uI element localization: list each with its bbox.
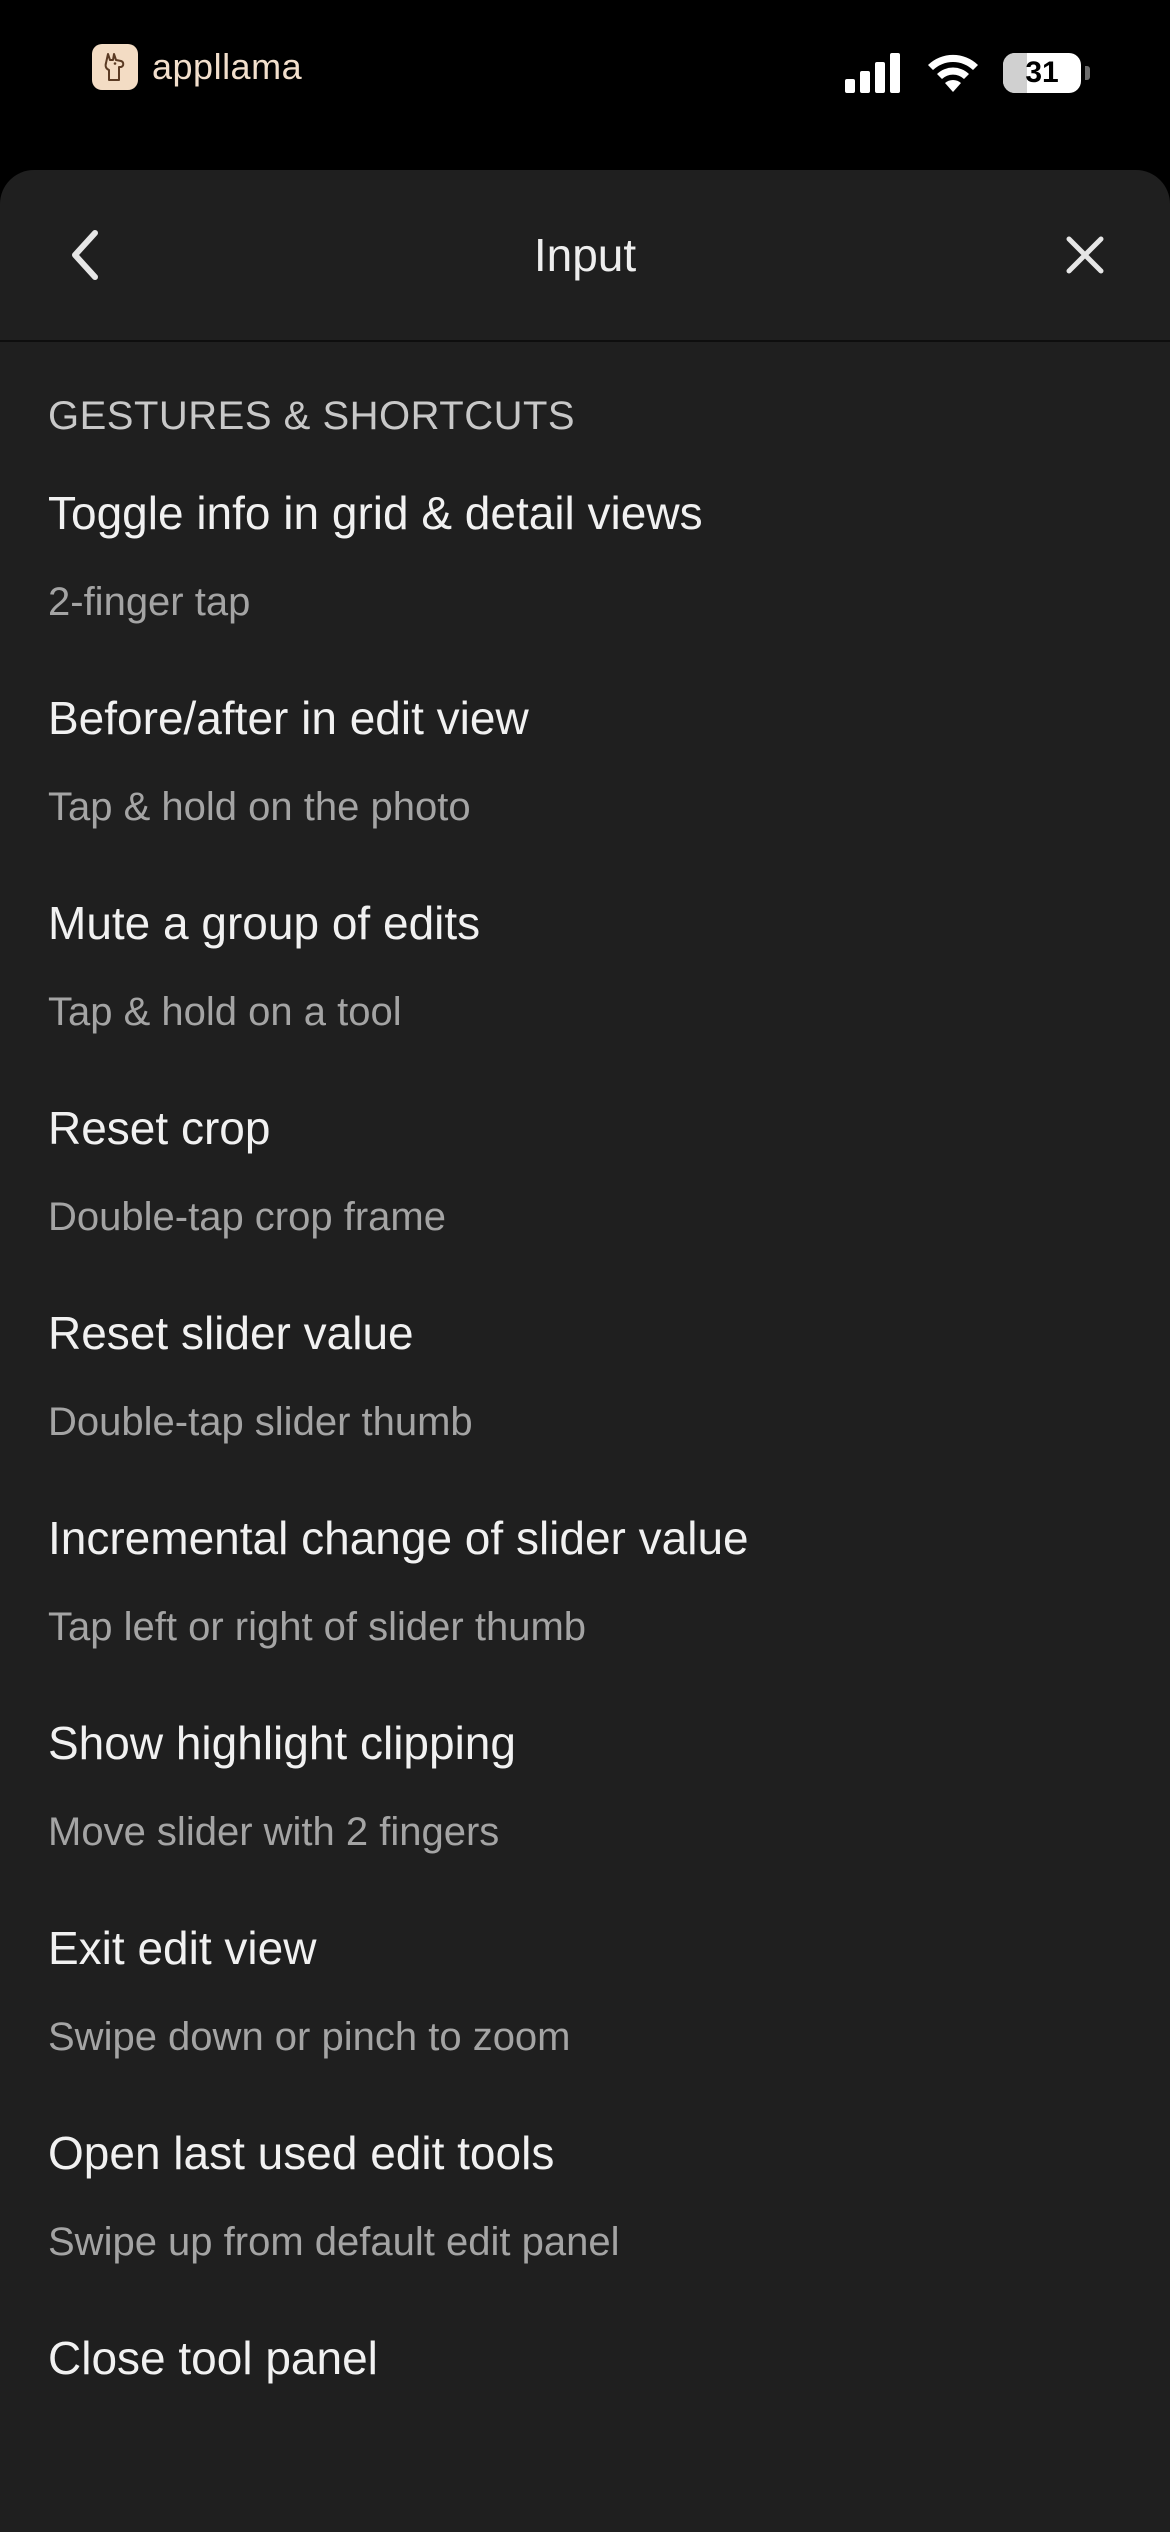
shortcut-description: Double-tap crop frame — [48, 1195, 446, 1239]
shortcut-item: Exit edit view Swipe down or pinch to zo… — [48, 1908, 1122, 2113]
shortcut-description: Double-tap slider thumb — [48, 1400, 473, 1444]
shortcut-item: Reset slider value Double-tap slider thu… — [48, 1293, 1122, 1498]
shortcut-item: Close tool panel — [48, 2318, 1122, 2523]
battery-level: 31 — [1025, 56, 1059, 89]
shortcut-title: Incremental change of slider value — [48, 1512, 749, 1564]
llama-logo-icon — [92, 44, 138, 90]
wifi-icon — [928, 54, 978, 92]
sheet-header: Input — [0, 170, 1170, 342]
shortcut-title: Mute a group of edits — [48, 897, 481, 949]
status-icons: 31 — [845, 52, 1090, 94]
shortcut-title: Close tool panel — [48, 2332, 378, 2384]
shortcut-title: Open last used edit tools — [48, 2127, 555, 2179]
shortcut-item: Show highlight clipping Move slider with… — [48, 1703, 1122, 1908]
brand: appllama — [92, 44, 302, 90]
close-button[interactable] — [1050, 220, 1120, 290]
input-settings-sheet: Input GESTURES & SHORTCUTS Toggle info i… — [0, 170, 1170, 2532]
close-icon — [1066, 236, 1104, 274]
shortcut-title: Reset slider value — [48, 1307, 414, 1359]
shortcut-description: Swipe down or pinch to zoom — [48, 2015, 571, 2059]
shortcut-title: Exit edit view — [48, 1922, 317, 1974]
section-header: GESTURES & SHORTCUTS — [48, 394, 576, 438]
shortcut-item: Reset crop Double-tap crop frame — [48, 1088, 1122, 1293]
shortcut-item: Incremental change of slider value Tap l… — [48, 1498, 1122, 1703]
status-bar: appllama 31 — [0, 0, 1170, 170]
back-button[interactable] — [50, 220, 120, 290]
shortcut-description: Move slider with 2 fingers — [48, 1810, 500, 1854]
shortcut-description: Tap & hold on the photo — [48, 785, 471, 829]
shortcut-description: Tap & hold on a tool — [48, 990, 402, 1034]
shortcut-item: Toggle info in grid & detail views 2-fin… — [48, 473, 1122, 678]
shortcut-item: Mute a group of edits Tap & hold on a to… — [48, 883, 1122, 1088]
shortcut-title: Show highlight clipping — [48, 1717, 516, 1769]
shortcut-item: Before/after in edit view Tap & hold on … — [48, 678, 1122, 883]
shortcut-description: 2-finger tap — [48, 580, 251, 624]
brand-name: appllama — [152, 46, 303, 87]
page-title: Input — [533, 229, 637, 281]
battery-fill — [1003, 53, 1028, 93]
shortcut-title: Before/after in edit view — [48, 692, 529, 744]
chevron-left-icon — [72, 230, 98, 280]
battery-tip — [1085, 66, 1090, 80]
shortcuts-list: GESTURES & SHORTCUTS Toggle info in grid… — [0, 394, 1170, 2523]
shortcut-description: Swipe up from default edit panel — [48, 2220, 620, 2264]
battery-icon: 31 — [1003, 53, 1081, 93]
shortcut-title: Reset crop — [48, 1102, 271, 1154]
cellular-signal-icon — [845, 53, 900, 93]
shortcut-item: Open last used edit tools Swipe up from … — [48, 2113, 1122, 2318]
shortcut-title: Toggle info in grid & detail views — [48, 487, 703, 539]
shortcut-description: Tap left or right of slider thumb — [48, 1605, 587, 1649]
